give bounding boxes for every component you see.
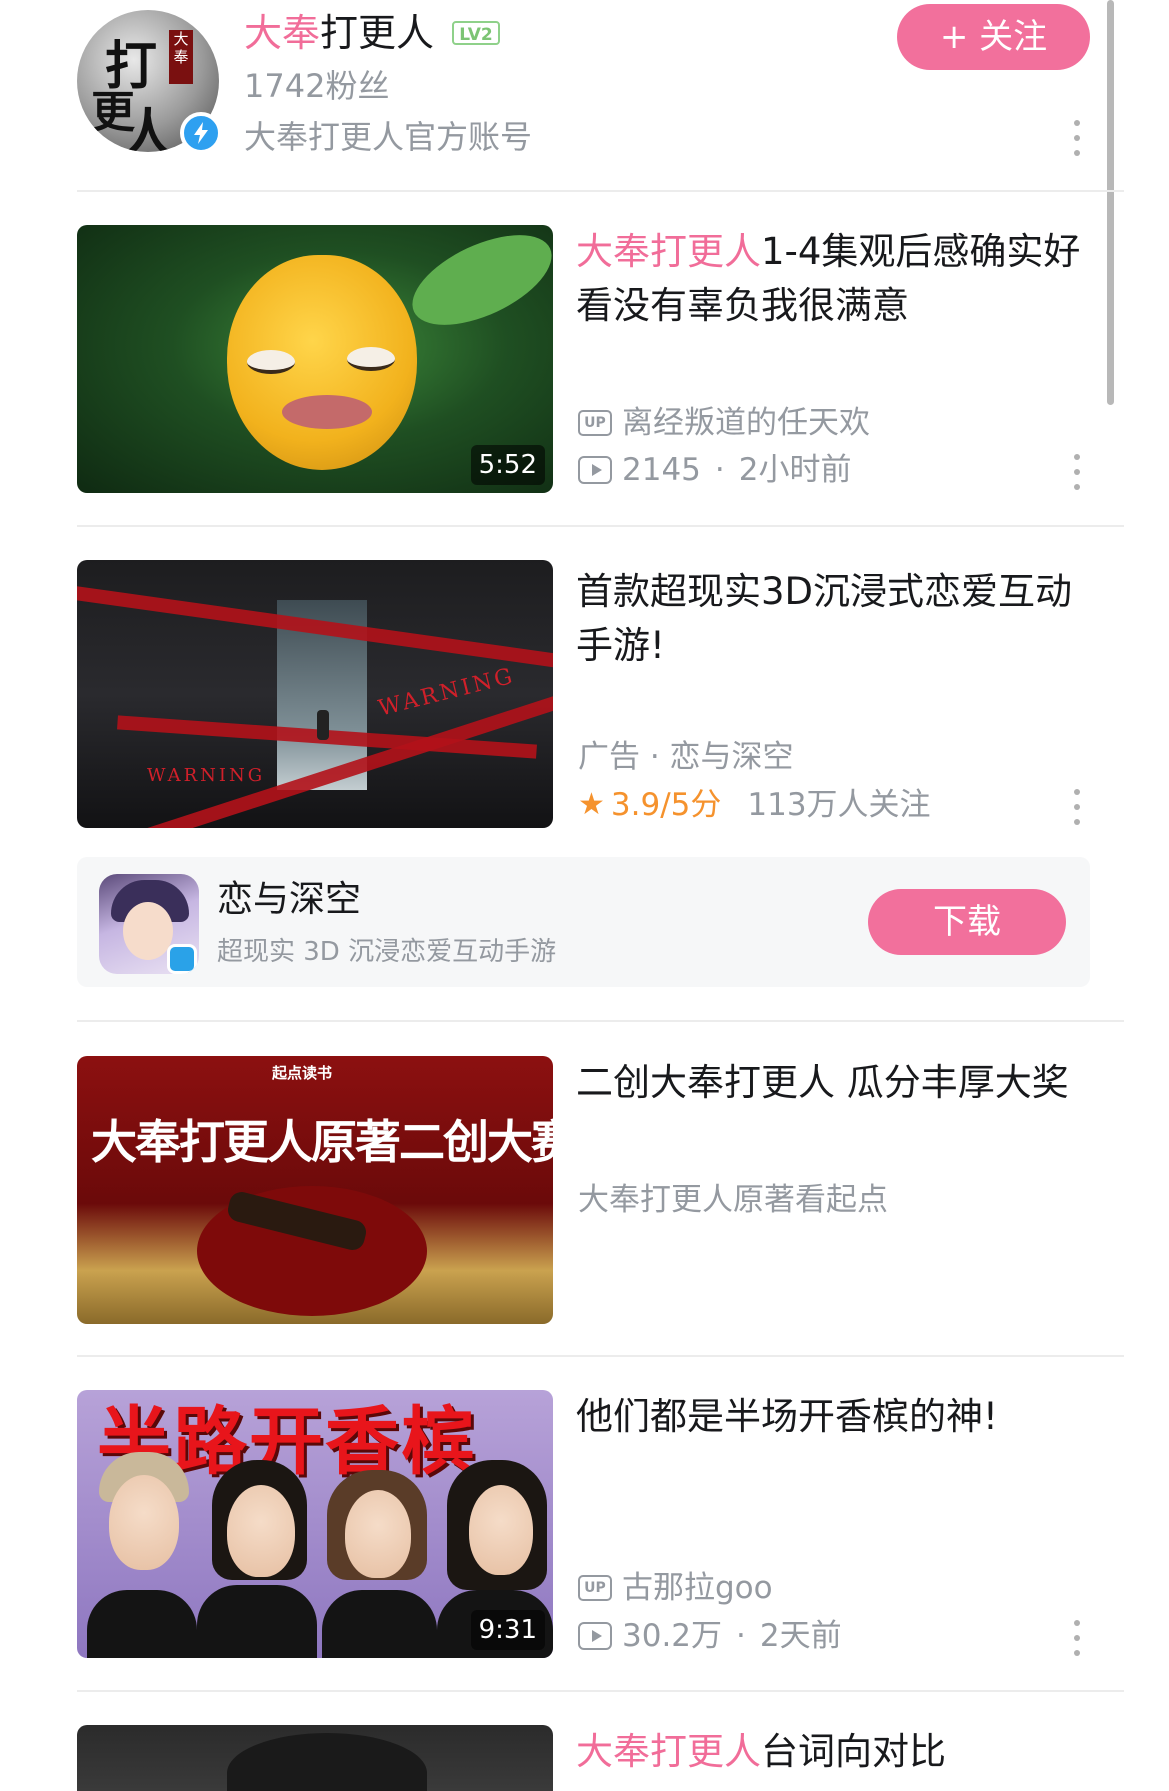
more-vertical-icon[interactable] [1067, 787, 1087, 827]
video-title[interactable]: 大奉打更人台词向对比 [576, 1725, 1096, 1779]
video-title[interactable]: 大奉打更人1-4集观后感确实好看没有辜负我很满意 [576, 225, 1096, 333]
more-vertical-icon[interactable] [1067, 1618, 1087, 1658]
video-duration: 5:52 [470, 445, 545, 485]
video-stats-row: 30.2万 · 2天前 [578, 1616, 842, 1656]
title-highlight: 大奉打更人 [576, 230, 761, 273]
fans-count: 1742粉丝 [244, 67, 390, 105]
divider [77, 1355, 1124, 1357]
video-uploader: 古那拉goo [622, 1570, 773, 1606]
warning-text: WARNING [376, 663, 518, 722]
person-body [322, 1590, 437, 1658]
thumb-title: 大奉打更人原著二创大赛 [91, 1115, 553, 1169]
video-thumbnail[interactable]: 5:52 [77, 225, 553, 493]
person-face [345, 1490, 411, 1578]
person-face [227, 1485, 295, 1577]
app-download-panel[interactable]: 恋与深空 超现实 3D 沉浸恋爱互动手游 下载 [77, 857, 1090, 987]
star-icon: ★ [578, 787, 605, 822]
eye-right [347, 347, 395, 371]
separator-dot: · [714, 452, 725, 488]
title-highlight: 大奉打更人 [576, 1730, 761, 1773]
upload-time: 2天前 [759, 1618, 842, 1654]
uploader-name-rest: 打更人 [320, 11, 435, 55]
app-name: 恋与深空 [217, 879, 362, 920]
view-count: 2145 [622, 452, 701, 488]
video-title[interactable]: 二创大奉打更人 瓜分丰厚大奖 [576, 1056, 1096, 1110]
video-uploader-row[interactable]: UP 离经叛道的任天欢 [578, 403, 870, 443]
view-count: 30.2万 [622, 1618, 723, 1654]
video-duration: 9:31 [470, 1610, 545, 1650]
up-icon: UP [578, 410, 612, 436]
level-badge: LV2 [452, 21, 500, 45]
video-title[interactable]: 他们都是半场开香槟的神! [576, 1390, 1096, 1444]
bilibili-icon [167, 944, 197, 974]
uploader-name[interactable]: 大奉打更人 [244, 10, 434, 56]
up-icon: UP [578, 1575, 612, 1601]
follow-button[interactable]: + 关注 [897, 4, 1090, 70]
ad-title[interactable]: 首款超现实3D沉浸式恋爱互动手游! [576, 565, 1096, 673]
ad-meta: 广告 · 恋与深空 [578, 739, 794, 775]
avatar-calligraphy-3: 人 [121, 102, 175, 152]
upload-time: 2小时前 [738, 452, 852, 488]
rating: 3.9/5分 [610, 787, 722, 823]
eye-left [247, 350, 295, 374]
person-body [197, 1585, 317, 1658]
avatar-seal: 大奉 [169, 30, 193, 84]
leaf-shape [399, 225, 553, 344]
person-face [469, 1485, 533, 1575]
play-icon [578, 456, 612, 484]
lemon-face [227, 255, 417, 470]
video-subtitle: 大奉打更人原著看起点 [578, 1182, 888, 1218]
warning-text: WARNING [147, 765, 266, 786]
ad-thumbnail[interactable]: WARNING WARNING [77, 560, 553, 828]
followers-count: 113万人关注 [747, 787, 931, 823]
video-thumbnail[interactable]: 半路开香槟 9:31 [77, 1390, 553, 1658]
app-icon [99, 874, 199, 974]
person-face [109, 1475, 179, 1570]
person-body [87, 1590, 197, 1658]
rating-row: ★ 3.9/5分 113万人关注 [578, 785, 931, 825]
scrollbar[interactable] [1107, 0, 1114, 405]
divider [77, 1020, 1124, 1022]
video-uploader: 离经叛道的任天欢 [622, 405, 870, 441]
title-rest: 台词向对比 [761, 1730, 946, 1773]
thumb-brand: 起点读书 [272, 1064, 333, 1082]
uploader-description: 大奉打更人官方账号 [244, 118, 533, 156]
divider [77, 1690, 1124, 1692]
more-vertical-icon[interactable] [1067, 452, 1087, 492]
uploader-name-highlight: 大奉 [244, 11, 321, 55]
more-vertical-icon[interactable] [1067, 118, 1087, 158]
app-icon-face [123, 902, 173, 960]
verified-icon [180, 112, 222, 154]
video-uploader-row[interactable]: UP 古那拉goo [578, 1568, 773, 1608]
figure-shape [317, 710, 329, 740]
video-thumbnail[interactable]: 起点读书 大奉打更人原著二创大赛 [77, 1056, 553, 1324]
separator-dot: · [736, 1618, 746, 1654]
video-thumbnail[interactable] [77, 1725, 553, 1791]
video-stats-row: 2145 · 2小时前 [578, 450, 852, 490]
play-icon [578, 1622, 612, 1650]
divider [77, 190, 1124, 192]
mouth [282, 395, 372, 429]
person-hair [227, 1733, 427, 1791]
download-button[interactable]: 下载 [868, 889, 1066, 955]
app-description: 超现实 3D 沉浸恋爱互动手游 [217, 937, 557, 967]
divider [77, 525, 1124, 527]
